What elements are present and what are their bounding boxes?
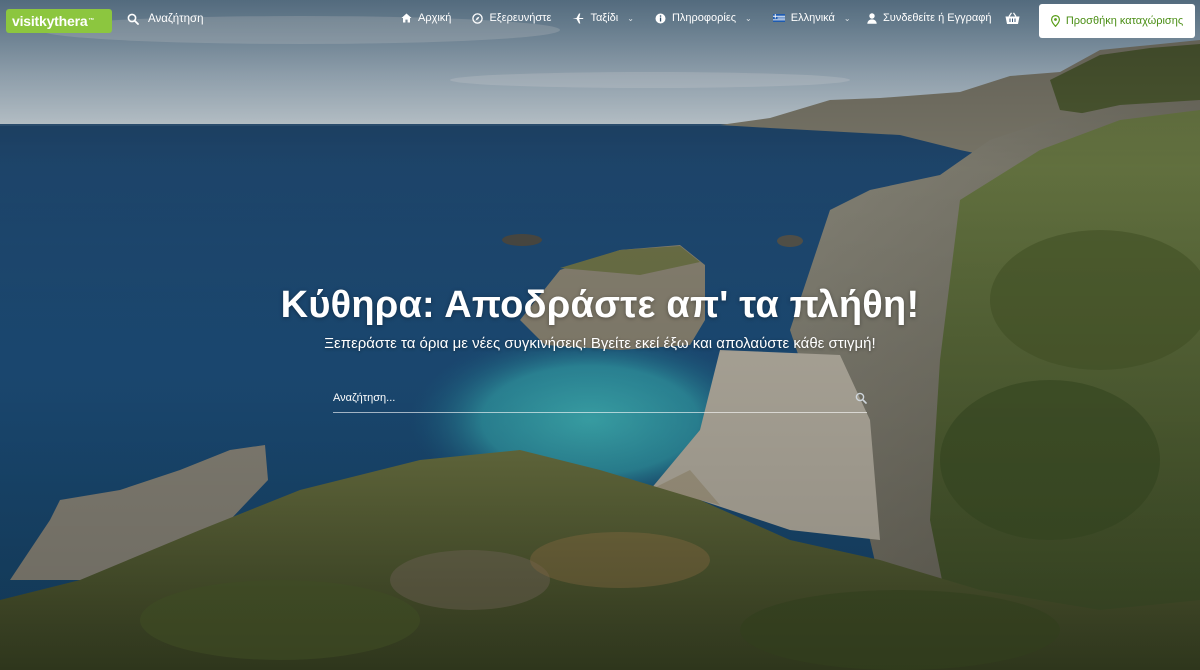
nav-item-label: Ταξίδι xyxy=(590,12,619,24)
home-icon xyxy=(401,13,412,23)
login-link[interactable]: Συνδεθείτε ή Εγγραφή xyxy=(867,12,992,24)
chevron-down-icon: ⌄ xyxy=(627,13,634,23)
cart-button[interactable] xyxy=(1005,12,1020,30)
map-pin-icon xyxy=(1050,15,1060,27)
nav-item-info[interactable]: Πληροφορίες ⌄ xyxy=(655,12,752,24)
plane-icon xyxy=(572,13,584,24)
login-label: Συνδεθείτε ή Εγγραφή xyxy=(883,12,992,24)
search-icon[interactable] xyxy=(855,392,867,404)
user-icon xyxy=(867,12,877,24)
hero-search-bar xyxy=(333,383,867,413)
main-nav: Αρχική Εξερευνήστε Ταξίδι ⌄ Πληροφορίες … xyxy=(401,12,872,24)
nav-item-explore[interactable]: Εξερευνήστε xyxy=(472,12,551,24)
greek-flag-icon xyxy=(772,14,785,22)
logo-trademark: ™ xyxy=(88,18,95,24)
compass-icon xyxy=(472,12,484,24)
add-listing-label: Προσθήκη καταχώρισης xyxy=(1065,15,1184,27)
nav-item-travel[interactable]: Ταξίδι ⌄ xyxy=(572,12,634,24)
header-search-label: Αναζήτηση xyxy=(148,13,204,25)
nav-item-label: Εξερευνήστε xyxy=(489,12,552,24)
chevron-down-icon: ⌄ xyxy=(745,13,752,23)
nav-item-language[interactable]: Ελληνικά ⌄ xyxy=(772,12,851,24)
site-logo[interactable]: visitkythera ™ xyxy=(6,9,112,33)
site-header: visitkythera ™ Αναζήτηση Αρχική Εξερευνήσ… xyxy=(0,0,1200,42)
header-search[interactable]: Αναζήτηση xyxy=(127,13,204,25)
nav-item-label: Αρχική xyxy=(418,12,452,24)
nav-item-home[interactable]: Αρχική xyxy=(401,12,451,24)
basket-icon xyxy=(1005,12,1020,25)
nav-item-label: Ελληνικά xyxy=(790,12,835,24)
nav-item-label: Πληροφορίες xyxy=(671,12,737,24)
info-icon xyxy=(655,13,666,24)
search-icon xyxy=(127,13,139,25)
chevron-down-icon: ⌄ xyxy=(843,13,851,23)
hero-title: Κύθηρα: Αποδράστε απ' τα πλήθη! xyxy=(280,284,920,326)
logo-text: visitkythera xyxy=(12,13,88,29)
hero-search-input[interactable] xyxy=(333,391,813,404)
add-listing-button[interactable]: Προσθήκη καταχώρισης xyxy=(1039,4,1195,38)
hero-subtitle: Ξεπεράστε τα όρια με νέες συγκινήσεις! Β… xyxy=(324,335,876,352)
